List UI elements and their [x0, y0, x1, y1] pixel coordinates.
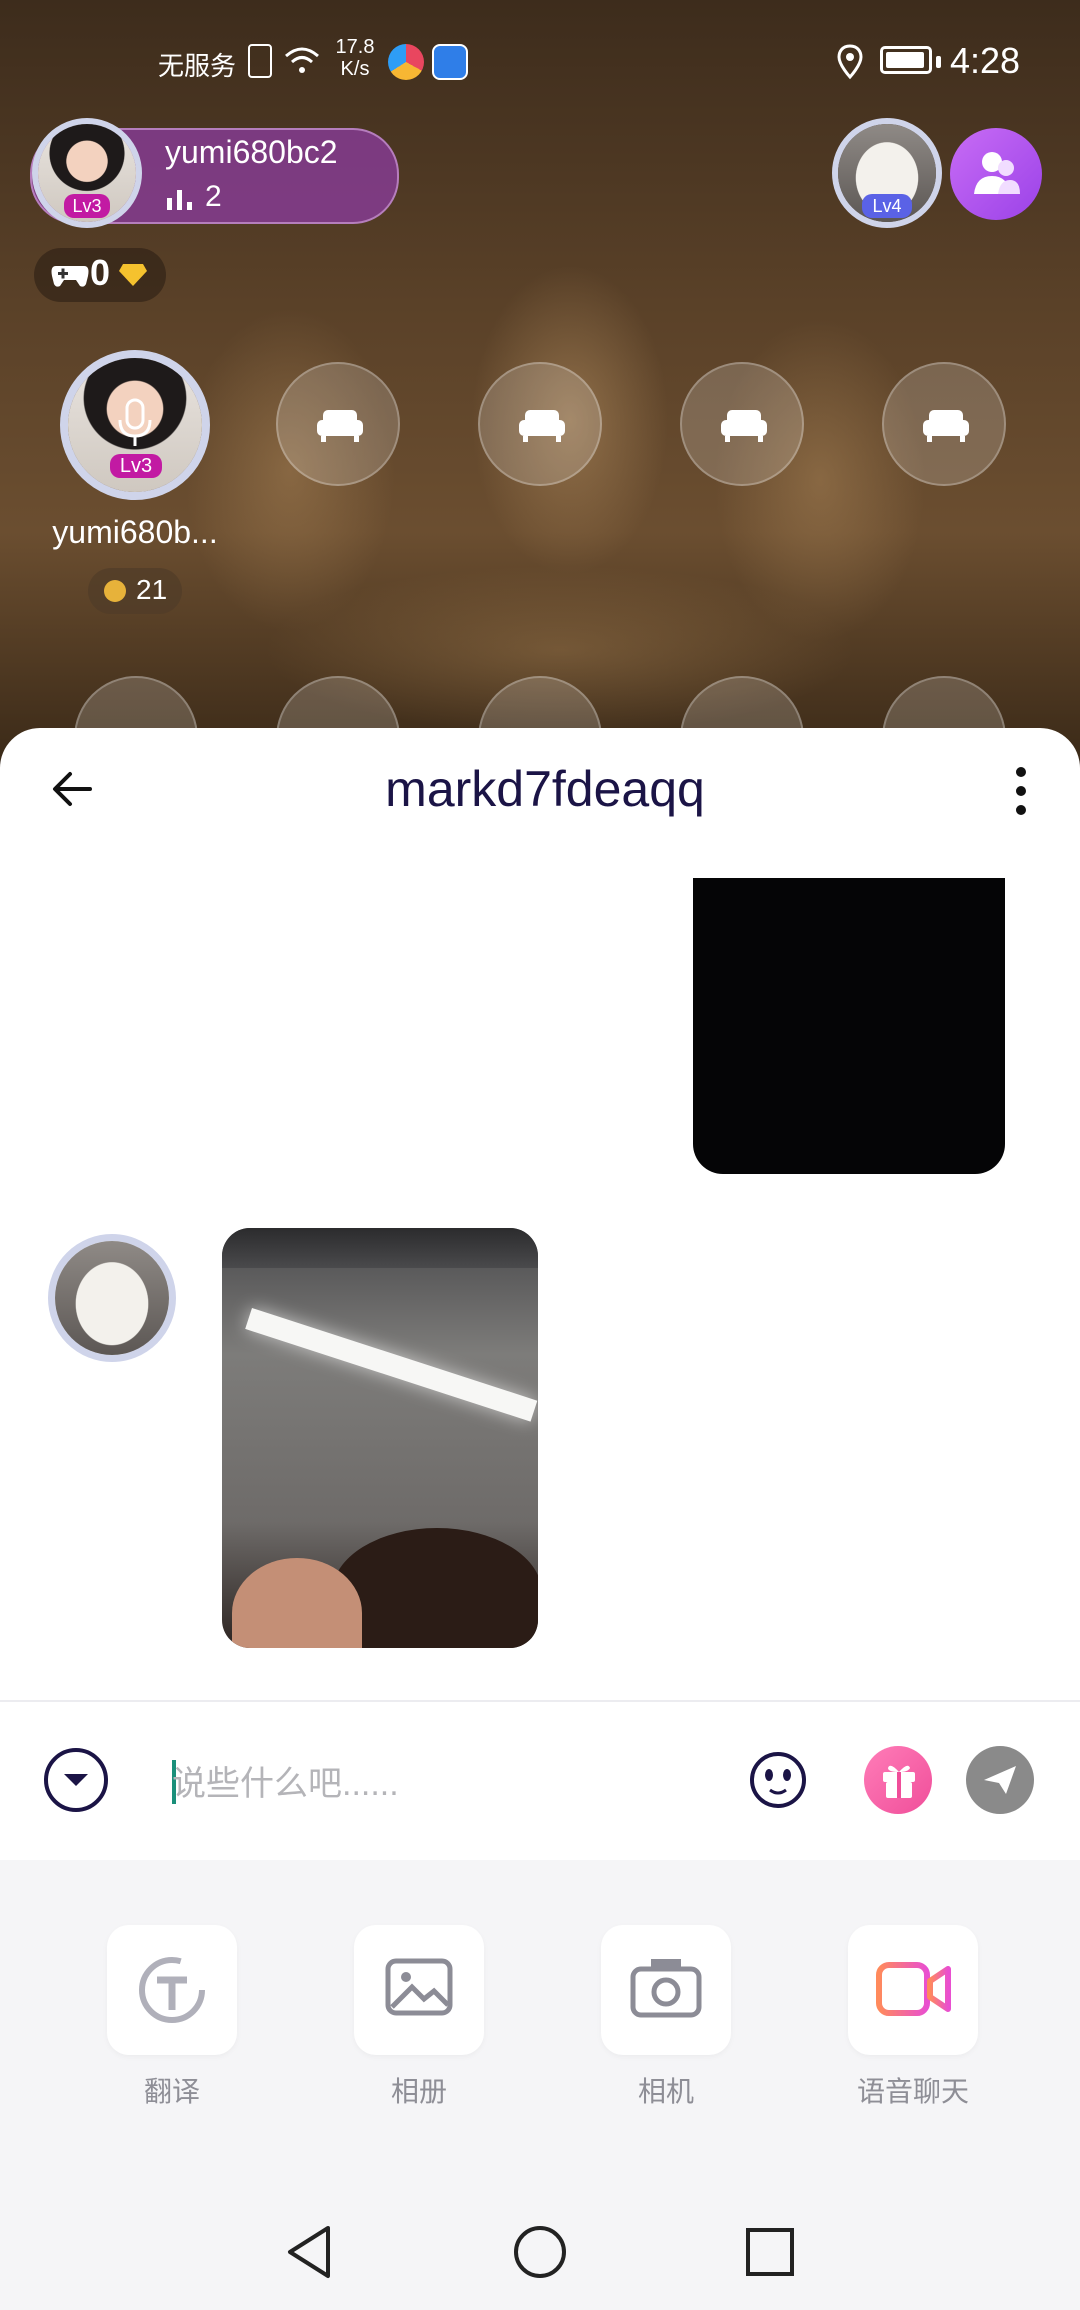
members-button[interactable] [950, 128, 1042, 220]
coin-count: 0 [90, 252, 111, 293]
score-coin-icon [104, 580, 126, 602]
chevron-down-icon [64, 1774, 88, 1786]
net-speed: 17.8 K/s [332, 36, 378, 80]
gamepad-icon [51, 266, 89, 287]
nav-back-icon[interactable] [284, 2224, 334, 2280]
tool-label-voice-chat: 语音聊天 [856, 2076, 969, 2107]
tool-label-camera: 相机 [637, 2076, 694, 2107]
sender-avatar[interactable] [48, 1234, 176, 1362]
diamond-icon [119, 264, 147, 286]
host-name: yumi680bc2 [165, 134, 338, 170]
empty-seat[interactable] [276, 362, 400, 486]
empty-seat[interactable] [478, 362, 602, 486]
status-bar: 无服务 17.8 K/s 4:28 [0, 0, 1080, 120]
tool-label-translate: 翻译 [143, 2076, 200, 2107]
seat-user-name: yumi680b... [52, 514, 218, 550]
battery-tip [936, 56, 941, 68]
sim-icon [248, 44, 272, 78]
seat-user-score: 21 [136, 574, 168, 605]
more-options-icon[interactable] [1008, 766, 1034, 816]
microphone-icon [118, 398, 152, 446]
net-speed-unit: K/s [340, 58, 370, 80]
online-count: 2 [205, 180, 222, 213]
empty-seat[interactable] [680, 362, 804, 486]
chat-title: markd7fdeaqq [385, 761, 705, 817]
message-input[interactable]: 说些什么吧...... [172, 1756, 712, 1806]
location-icon [837, 44, 863, 80]
video-call-icon [876, 1962, 951, 2016]
carrier-label: 无服务 [158, 51, 237, 81]
translate-icon [139, 1957, 205, 2023]
back-arrow-icon[interactable] [50, 766, 96, 812]
sofa-icon [721, 410, 767, 442]
nav-home-icon[interactable] [512, 2224, 568, 2280]
voice-chat-button[interactable] [848, 1925, 978, 2055]
send-icon [984, 1766, 1016, 1794]
app-notification-icon [432, 44, 468, 80]
collapse-button[interactable] [44, 1748, 108, 1812]
tool-label-album: 相册 [390, 2076, 447, 2107]
album-button[interactable] [354, 1925, 484, 2055]
send-button[interactable] [966, 1746, 1034, 1814]
battery-icon [880, 46, 932, 74]
received-photo-message[interactable] [222, 1228, 538, 1648]
sofa-icon [317, 410, 363, 442]
browser-app-icon [388, 44, 424, 80]
nav-recents-icon[interactable] [744, 2226, 796, 2278]
sofa-icon [519, 410, 565, 442]
wifi-icon [285, 47, 319, 73]
host-level-badge: Lv3 [64, 194, 110, 218]
translate-button[interactable] [107, 1925, 237, 2055]
emoji-icon[interactable] [748, 1750, 808, 1810]
sofa-icon [923, 410, 969, 442]
seat-score-badge [88, 568, 182, 614]
online-count-icon [167, 190, 192, 210]
gift-button[interactable] [864, 1746, 932, 1814]
top-user-level-badge: Lv4 [862, 194, 912, 218]
sent-image-message[interactable] [693, 878, 1005, 1174]
album-icon [385, 1958, 453, 2016]
seat-user-level-badge: Lv3 [110, 454, 162, 478]
net-speed-value: 17.8 [335, 36, 375, 58]
gift-icon [883, 1765, 915, 1798]
camera-button[interactable] [601, 1925, 731, 2055]
clock: 4:28 [950, 40, 1021, 81]
camera-icon [630, 1959, 702, 2018]
empty-seat[interactable] [882, 362, 1006, 486]
users-icon [974, 152, 1020, 194]
